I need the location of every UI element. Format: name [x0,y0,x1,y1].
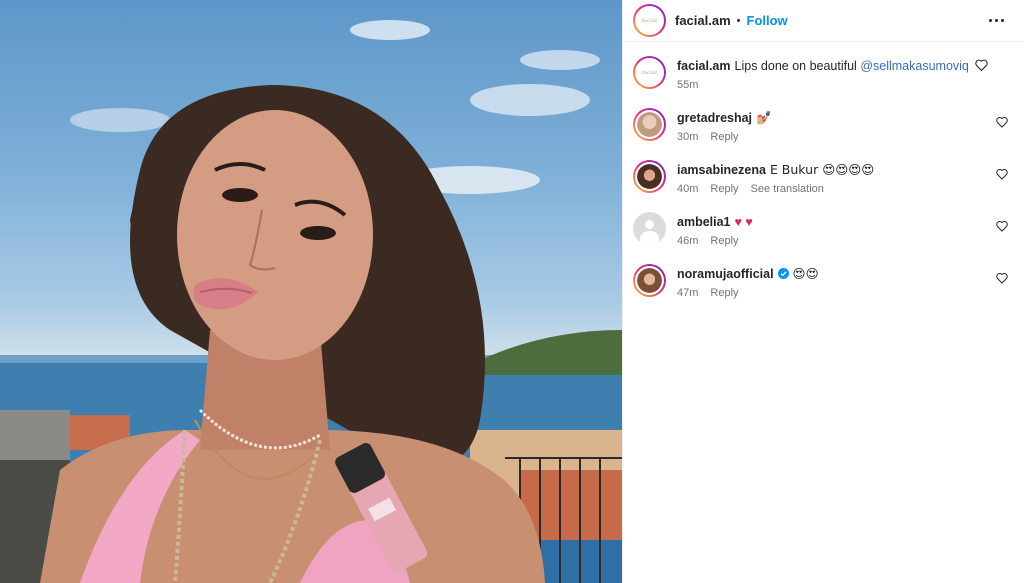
comment-text: 😍😍 [792,266,819,281]
heart-outline-icon[interactable] [996,220,1008,232]
post-detail-panel: facial facial.am • Follow facial facial.… [622,0,1024,583]
comment-username[interactable]: iamsabinezena [677,163,766,177]
comment-time: 46m [677,235,699,247]
comment-username[interactable]: ambelia1 [677,215,731,229]
caption-avatar[interactable]: facial [633,56,666,89]
comment-time: 40m [677,183,699,195]
comment-item: gretadreshaj 💅🏼 30m Reply [633,108,1014,143]
caption-mention[interactable]: @sellmakasumoviq [860,59,969,73]
comment-item: noramujaofficial 😍😍 47m Reply [633,264,1014,299]
see-translation-link[interactable]: See translation [751,183,824,195]
more-options-icon[interactable] [984,9,1008,33]
default-avatar-icon[interactable] [633,212,666,245]
comment-text: 💅🏼 [756,110,772,125]
comment-item: ambelia1 ♥ ♥ 46m Reply [633,212,1014,247]
caption-text: Lips done on beautiful [734,59,861,73]
avatar-brand-text: facial [641,17,657,24]
comments-list: facial facial.am Lips done on beautiful @… [623,42,1024,299]
comment-time: 47m [677,287,699,299]
post-photo-illustration [0,20,622,583]
heart-outline-icon[interactable] [996,116,1008,128]
comment-username[interactable]: gretadreshaj [677,111,752,125]
caption-time: 55m [677,79,699,91]
verified-badge-icon [777,268,789,279]
comment-time: 30m [677,131,699,143]
reply-button[interactable]: Reply [710,131,738,143]
comment-avatar[interactable] [633,264,666,297]
reply-button[interactable]: Reply [710,183,738,195]
follow-button[interactable]: Follow [747,13,788,28]
caption-username[interactable]: facial.am [677,59,731,73]
caption: facial facial.am Lips done on beautiful @… [633,56,1014,91]
comment-text: E Bukur 😍😍😍😍 [769,162,875,177]
heart-outline-icon[interactable] [996,272,1008,284]
comment-avatar[interactable] [633,160,666,193]
post-image[interactable] [0,0,622,583]
avatar-brand-text: facial [641,69,657,76]
reply-button[interactable]: Reply [710,235,738,247]
heart-outline-icon [975,59,989,71]
comment-avatar[interactable] [633,108,666,141]
reply-button[interactable]: Reply [710,287,738,299]
heart-outline-icon[interactable] [996,168,1008,180]
author-avatar[interactable]: facial [633,4,666,37]
separator-dot: • [736,14,741,27]
comment-username[interactable]: noramujaofficial [677,267,774,281]
comment-item: iamsabinezena E Bukur 😍😍😍😍 40m Reply See tr… [633,160,1014,195]
author-username[interactable]: facial.am [675,13,731,28]
comment-text: ♥ ♥ [734,215,753,229]
post-header: facial facial.am • Follow [623,0,1024,42]
